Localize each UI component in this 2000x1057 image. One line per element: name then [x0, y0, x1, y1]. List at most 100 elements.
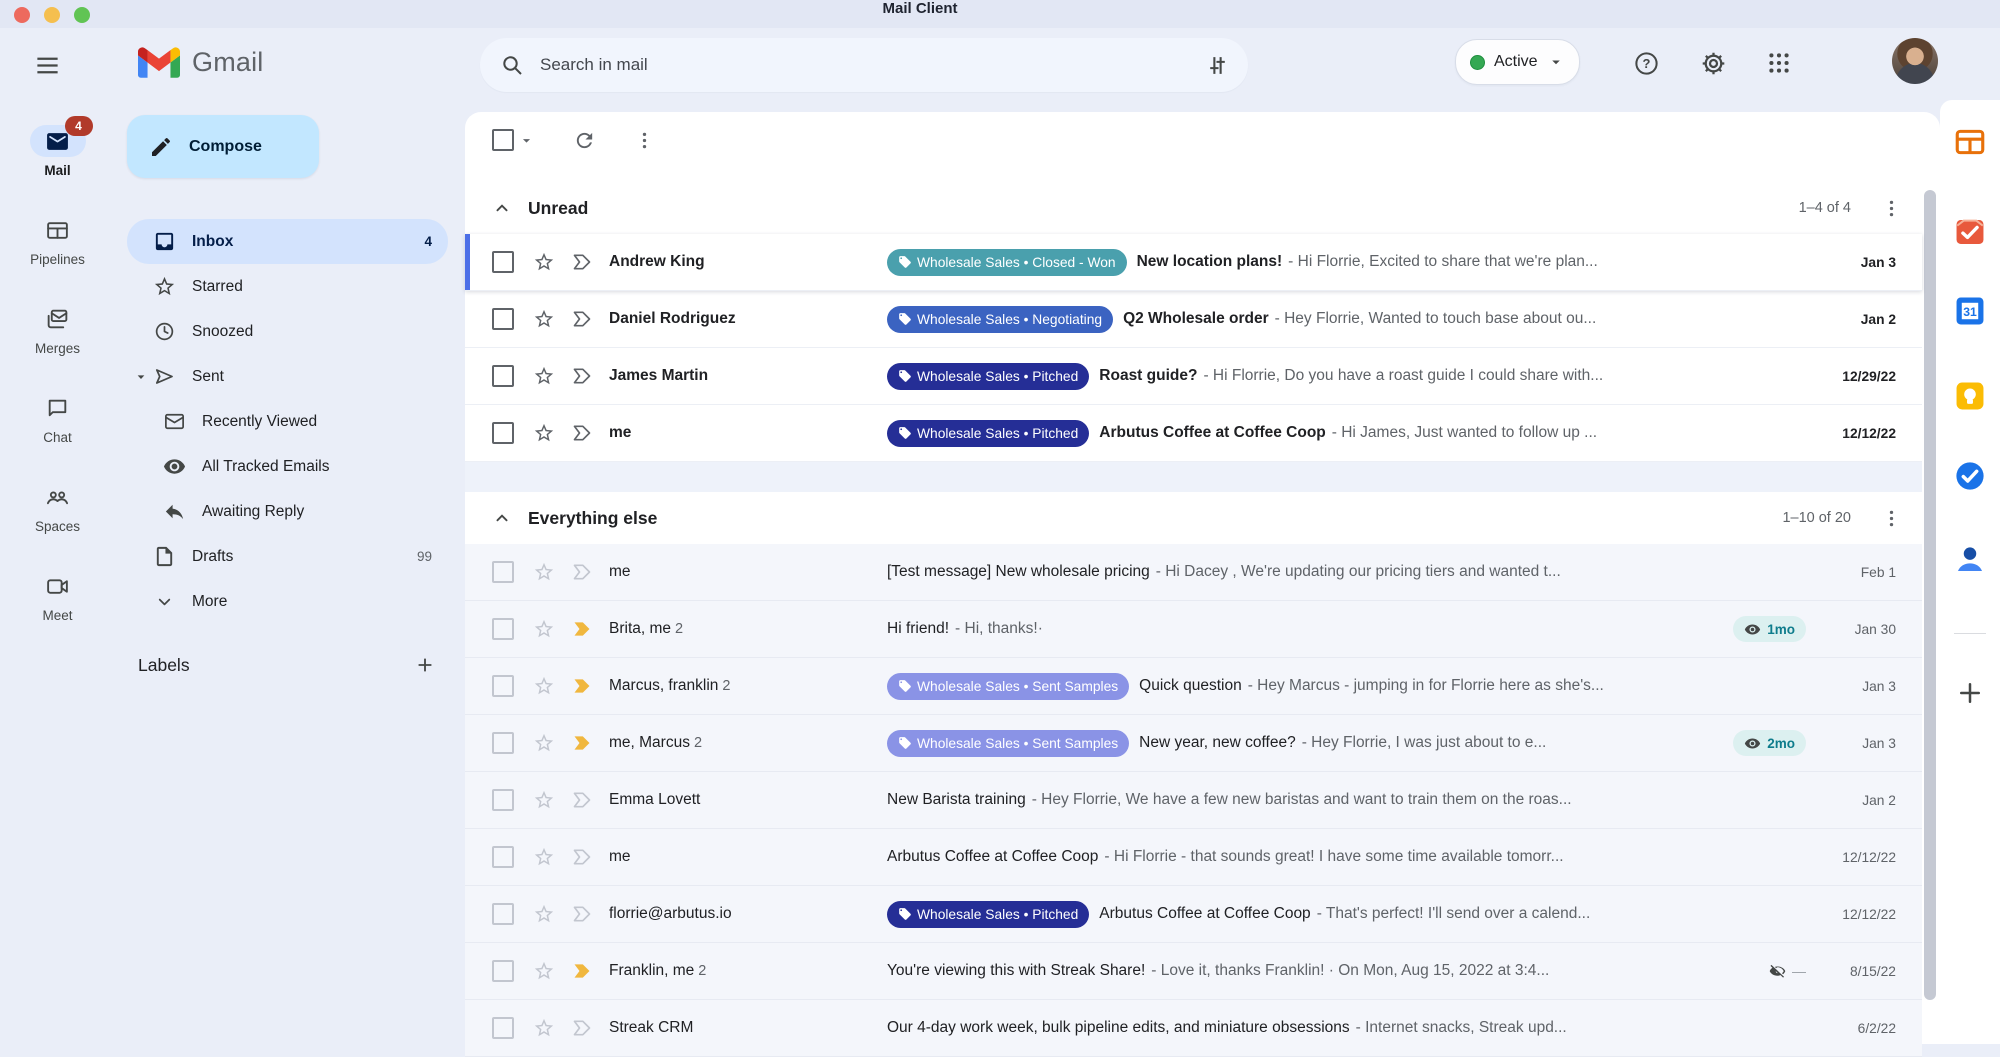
- star-icon[interactable]: [533, 365, 555, 387]
- email-checkbox[interactable]: [492, 732, 514, 754]
- streak-box-icon[interactable]: [572, 733, 592, 753]
- star-icon[interactable]: [533, 618, 555, 640]
- nav-rail-item-pipelines[interactable]: Pipelines: [0, 214, 115, 303]
- search-options-icon[interactable]: [1205, 53, 1230, 78]
- star-icon[interactable]: [533, 1017, 555, 1039]
- email-checkbox[interactable]: [492, 960, 514, 982]
- star-icon[interactable]: [533, 846, 555, 868]
- email-row[interactable]: florrie@arbutus.ioWholesale Sales • Pitc…: [465, 886, 1922, 943]
- nav-rail-item-merges[interactable]: Merges: [0, 303, 115, 392]
- email-checkbox[interactable]: [492, 1017, 514, 1039]
- pipeline-label-pill[interactable]: Wholesale Sales • Negotiating: [887, 306, 1113, 333]
- streak-box-icon[interactable]: [572, 1018, 592, 1038]
- star-icon[interactable]: [533, 732, 555, 754]
- streak-box-icon[interactable]: [572, 562, 592, 582]
- email-checkbox[interactable]: [492, 422, 514, 444]
- nav-rail-item-meet[interactable]: Meet: [0, 570, 115, 659]
- refresh-icon[interactable]: [573, 129, 596, 152]
- apps-grid-icon[interactable]: [1766, 50, 1792, 76]
- email-row[interactable]: Streak CRMOur 4-day work week, bulk pipe…: [465, 1000, 1922, 1057]
- sidebar-item-snoozed[interactable]: Snoozed: [127, 309, 448, 354]
- email-checkbox[interactable]: [492, 308, 514, 330]
- email-checkbox[interactable]: [492, 561, 514, 583]
- streak-box-icon[interactable]: [572, 309, 592, 329]
- section-more-icon[interactable]: [1881, 508, 1902, 529]
- search-bar[interactable]: [480, 38, 1248, 92]
- avatar[interactable]: [1892, 38, 1938, 84]
- streak-box-icon[interactable]: [572, 252, 592, 272]
- streak-box-icon[interactable]: [572, 676, 592, 696]
- sidebar-item-all-tracked-emails[interactable]: All Tracked Emails: [127, 444, 448, 489]
- pipeline-label-pill[interactable]: Wholesale Sales • Pitched: [887, 363, 1089, 390]
- sidebar-item-more[interactable]: More: [127, 579, 448, 624]
- star-icon[interactable]: [533, 903, 555, 925]
- sidebar-item-awaiting-reply[interactable]: Awaiting Reply: [127, 489, 448, 534]
- email-row[interactable]: me[Test message] New wholesale pricing- …: [465, 544, 1922, 601]
- main-menu-button[interactable]: [34, 52, 61, 79]
- email-row[interactable]: Franklin, me 2You're viewing this with S…: [465, 943, 1922, 1000]
- collapse-caret-icon[interactable]: [133, 369, 149, 385]
- email-row[interactable]: meWholesale Sales • PitchedArbutus Coffe…: [465, 405, 1922, 462]
- sidebar-item-inbox[interactable]: Inbox4: [127, 219, 448, 264]
- email-row[interactable]: me, Marcus 2Wholesale Sales • Sent Sampl…: [465, 715, 1922, 772]
- email-row[interactable]: Brita, me 2Hi friend!- Hi, thanks!·1moJa…: [465, 601, 1922, 658]
- nav-rail-item-mail[interactable]: 4Mail: [0, 125, 115, 214]
- pipeline-label-pill[interactable]: Wholesale Sales • Sent Samples: [887, 673, 1129, 700]
- email-row[interactable]: Daniel RodriguezWholesale Sales • Negoti…: [465, 291, 1922, 348]
- sidebar-item-recently-viewed[interactable]: Recently Viewed: [127, 399, 448, 444]
- calendar-icon[interactable]: 31: [1953, 294, 1987, 328]
- select-dropdown-icon[interactable]: [518, 132, 535, 149]
- email-row[interactable]: Emma LovettNew Barista training- Hey Flo…: [465, 772, 1922, 829]
- nav-rail-item-spaces[interactable]: Spaces: [0, 481, 115, 570]
- search-icon[interactable]: [500, 53, 524, 77]
- star-icon[interactable]: [533, 308, 555, 330]
- sidebar-item-starred[interactable]: Starred: [127, 264, 448, 309]
- streak-box-icon[interactable]: [572, 847, 592, 867]
- section-collapse-icon[interactable]: [491, 197, 513, 219]
- select-all-checkbox[interactable]: [492, 129, 514, 151]
- email-row[interactable]: Marcus, franklin 2Wholesale Sales • Sent…: [465, 658, 1922, 715]
- streak-box-icon[interactable]: [572, 366, 592, 386]
- streak-box-icon[interactable]: [572, 961, 592, 981]
- streak-box-icon[interactable]: [572, 619, 592, 639]
- pipeline-label-pill[interactable]: Wholesale Sales • Pitched: [887, 901, 1089, 928]
- search-input[interactable]: [538, 54, 1205, 76]
- email-checkbox[interactable]: [492, 789, 514, 811]
- email-row[interactable]: meArbutus Coffee at Coffee Coop- Hi Flor…: [465, 829, 1922, 886]
- star-icon[interactable]: [533, 251, 555, 273]
- get-addons-plus-icon[interactable]: [1955, 678, 1985, 708]
- star-icon[interactable]: [533, 789, 555, 811]
- nav-rail-item-chat[interactable]: Chat: [0, 392, 115, 481]
- status-dropdown[interactable]: Active: [1455, 39, 1580, 85]
- pipeline-label-pill[interactable]: Wholesale Sales • Closed - Won: [887, 249, 1127, 276]
- contacts-icon[interactable]: [1953, 542, 1987, 576]
- streak-tracked-mail-icon[interactable]: [1953, 215, 1987, 249]
- star-icon[interactable]: [533, 675, 555, 697]
- streak-box-icon[interactable]: [572, 904, 592, 924]
- star-icon[interactable]: [533, 422, 555, 444]
- streak-pipelines-icon[interactable]: [1953, 125, 1987, 159]
- tasks-icon[interactable]: [1953, 459, 1987, 493]
- compose-button[interactable]: Compose: [127, 115, 319, 178]
- more-options-icon[interactable]: [634, 130, 655, 151]
- email-row[interactable]: James MartinWholesale Sales • PitchedRoa…: [465, 348, 1922, 405]
- email-checkbox[interactable]: [492, 251, 514, 273]
- email-checkbox[interactable]: [492, 365, 514, 387]
- email-checkbox[interactable]: [492, 903, 514, 925]
- email-checkbox[interactable]: [492, 675, 514, 697]
- keep-icon[interactable]: [1953, 379, 1987, 413]
- section-more-icon[interactable]: [1881, 198, 1902, 219]
- sidebar-item-sent[interactable]: Sent: [127, 354, 448, 399]
- email-row[interactable]: Andrew KingWholesale Sales • Closed - Wo…: [465, 234, 1922, 291]
- pipeline-label-pill[interactable]: Wholesale Sales • Sent Samples: [887, 730, 1129, 757]
- email-checkbox[interactable]: [492, 618, 514, 640]
- star-icon[interactable]: [533, 960, 555, 982]
- sidebar-item-drafts[interactable]: Drafts99: [127, 534, 448, 579]
- settings-gear-icon[interactable]: [1700, 50, 1727, 77]
- pipeline-label-pill[interactable]: Wholesale Sales • Pitched: [887, 420, 1089, 447]
- list-scrollbar[interactable]: [1924, 190, 1936, 1000]
- streak-box-icon[interactable]: [572, 790, 592, 810]
- email-checkbox[interactable]: [492, 846, 514, 868]
- star-icon[interactable]: [533, 561, 555, 583]
- help-icon[interactable]: ?: [1633, 50, 1660, 77]
